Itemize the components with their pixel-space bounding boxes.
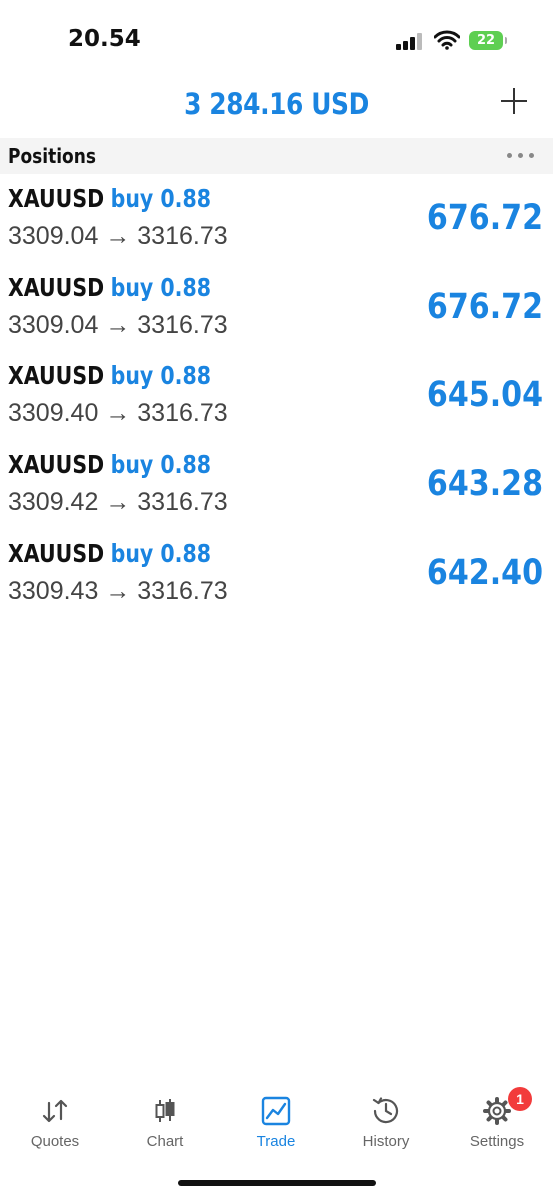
position-prices: 3309.40 → 3316.73 <box>8 399 228 428</box>
tab-label: Chart <box>146 1133 184 1150</box>
position-prices: 3309.42 → 3316.73 <box>8 488 228 517</box>
status-time: 20.54 <box>68 26 141 52</box>
position-row[interactable]: XAUUSD buy 0.88 3309.04 → 3316.73 676.72 <box>0 176 553 265</box>
battery-level: 22 <box>476 33 496 48</box>
battery-icon: 22 <box>469 31 507 50</box>
position-symbol: XAUUSD <box>8 450 105 480</box>
home-indicator[interactable] <box>178 1180 376 1186</box>
position-profit: 645.04 <box>426 375 543 416</box>
bottom-tab-bar: Quotes Chart Trade History 1 Settings <box>0 1085 553 1165</box>
position-row[interactable]: XAUUSD buy 0.88 3309.42 → 3316.73 643.28 <box>0 442 553 531</box>
position-prices: 3309.04 → 3316.73 <box>8 310 228 339</box>
position-prices: 3309.43 → 3316.73 <box>8 576 228 605</box>
tab-label: Quotes <box>30 1133 80 1150</box>
tab-history[interactable]: History <box>331 1085 441 1155</box>
tab-chart[interactable]: Chart <box>110 1085 220 1155</box>
position-header: XAUUSD buy 0.88 <box>8 361 211 390</box>
position-header: XAUUSD buy 0.88 <box>8 450 211 479</box>
position-direction: buy 0.88 <box>110 184 212 213</box>
position-row[interactable]: XAUUSD buy 0.88 3309.04 → 3316.73 676.72 <box>0 265 553 354</box>
position-direction: buy 0.88 <box>110 538 212 568</box>
positions-section-header: Positions <box>0 138 553 174</box>
trade-chart-icon <box>261 1096 291 1126</box>
position-profit: 643.28 <box>426 464 543 505</box>
positions-list: XAUUSD buy 0.88 3309.04 → 3316.73 676.72… <box>0 176 553 619</box>
tab-trade[interactable]: Trade <box>221 1085 331 1155</box>
position-direction: buy 0.88 <box>110 361 212 391</box>
position-profit: 642.40 <box>426 552 543 593</box>
more-options-icon[interactable] <box>505 147 537 163</box>
position-header: XAUUSD buy 0.88 <box>8 539 211 568</box>
wifi-icon <box>434 30 460 50</box>
tab-label: History <box>362 1133 410 1150</box>
tab-settings[interactable]: 1 Settings <box>442 1085 552 1155</box>
tab-label: Settings <box>469 1133 525 1150</box>
add-order-button[interactable] <box>499 86 529 116</box>
tab-quotes[interactable]: Quotes <box>0 1085 110 1155</box>
cellular-signal-icon <box>396 32 424 50</box>
position-profit: 676.72 <box>426 286 543 327</box>
header: 3 284.16 USD <box>0 80 553 136</box>
quotes-arrows-icon <box>42 1099 68 1123</box>
position-direction: buy 0.88 <box>110 272 212 302</box>
account-balance: 3 284.16 USD <box>184 87 369 121</box>
position-header: XAUUSD buy 0.88 <box>8 273 211 302</box>
tab-label: Trade <box>256 1133 296 1150</box>
position-symbol: XAUUSD <box>8 538 105 568</box>
position-symbol: XAUUSD <box>8 272 105 302</box>
position-header: XAUUSD buy 0.88 <box>8 184 211 213</box>
status-bar: 20.54 22 <box>0 0 553 80</box>
position-direction: buy 0.88 <box>110 450 212 480</box>
position-prices: 3309.04 → 3316.73 <box>8 222 228 250</box>
position-symbol: XAUUSD <box>8 184 105 213</box>
position-row[interactable]: XAUUSD buy 0.88 3309.40 → 3316.73 645.04 <box>0 353 553 442</box>
history-clock-icon <box>372 1097 399 1124</box>
position-row[interactable]: XAUUSD buy 0.88 3309.43 → 3316.73 642.40 <box>0 531 553 620</box>
position-profit: 676.72 <box>426 198 543 238</box>
section-title: Positions <box>8 144 96 168</box>
position-symbol: XAUUSD <box>8 361 105 391</box>
notification-badge: 1 <box>508 1087 532 1111</box>
candlestick-chart-icon <box>155 1099 175 1122</box>
